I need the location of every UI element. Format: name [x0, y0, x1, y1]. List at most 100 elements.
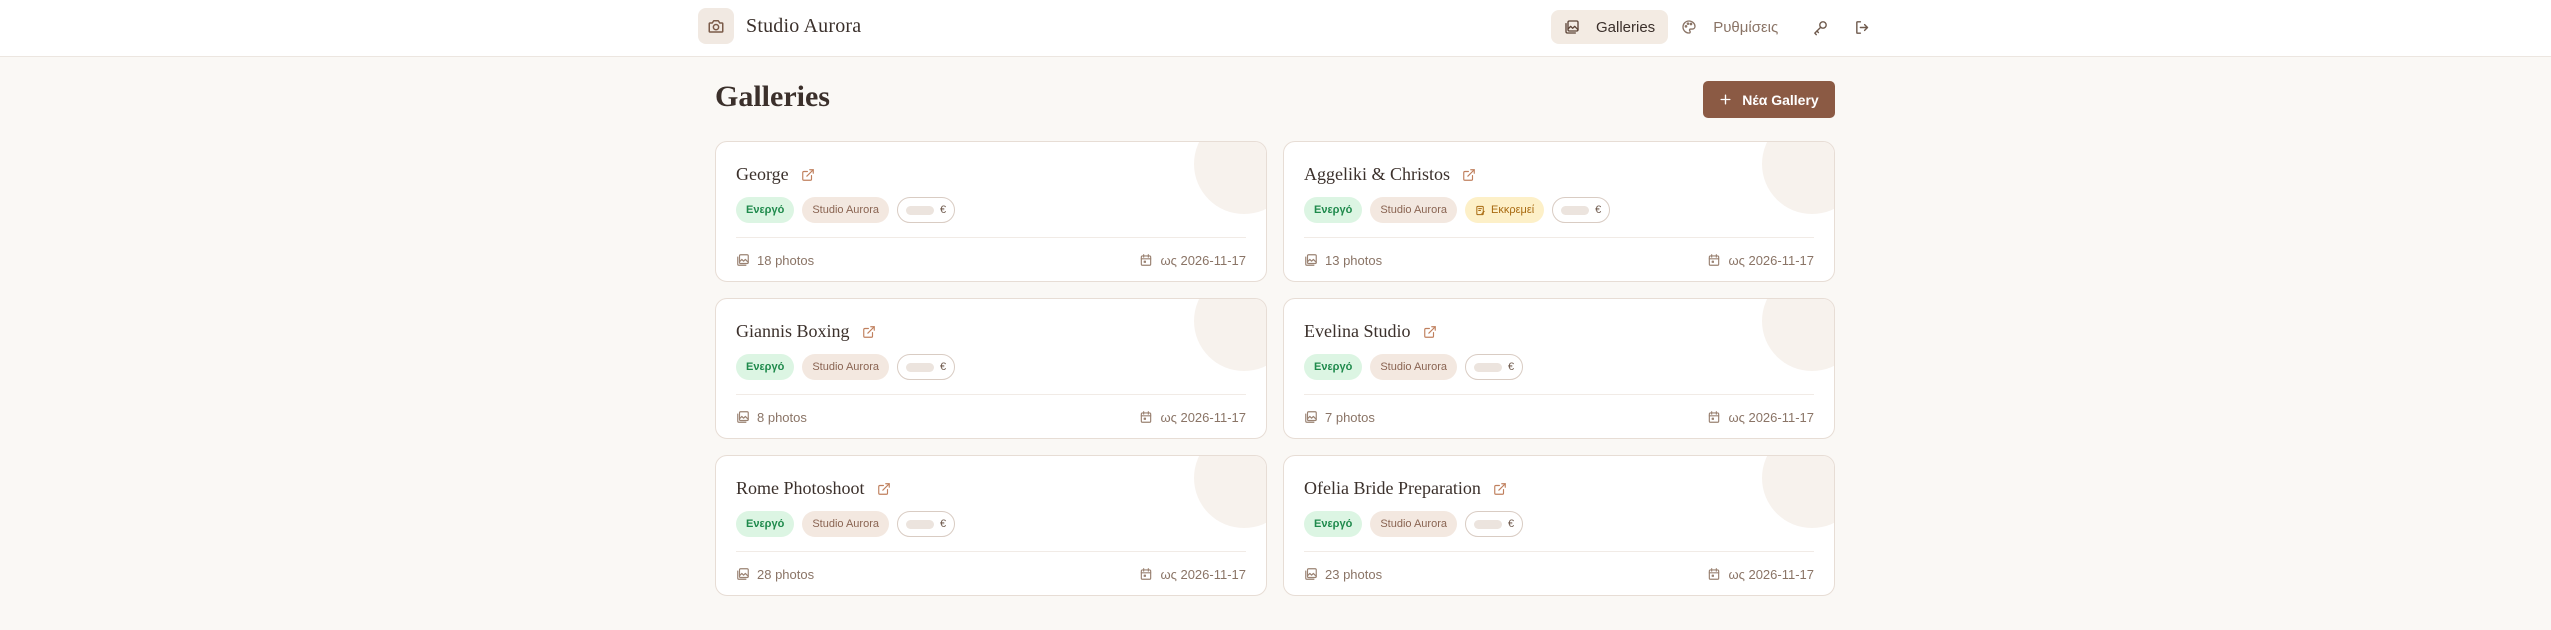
logout-icon — [1854, 19, 1871, 36]
nav-galleries[interactable]: Galleries — [1551, 10, 1669, 44]
photos-icon — [1304, 567, 1325, 581]
status-badge: Ενεργό — [1304, 197, 1363, 223]
status-badge: Ενεργό — [736, 354, 795, 380]
calendar-icon — [1707, 567, 1728, 581]
external-link-icon[interactable] — [862, 325, 876, 339]
gallery-card[interactable]: Giannis Boxing Ενεργό Studio Aurora € 8 … — [715, 298, 1267, 439]
card-divider — [1304, 394, 1814, 395]
expiry-date: ως 2026-11-17 — [1160, 252, 1246, 268]
plus-icon — [1719, 93, 1742, 106]
price-badge[interactable]: € — [1464, 354, 1524, 380]
palette-icon — [1681, 19, 1705, 35]
card-decoration — [1762, 456, 1834, 528]
card-divider — [736, 394, 1246, 395]
gallery-icon — [1564, 19, 1588, 35]
status-badge: Ενεργό — [1304, 511, 1363, 537]
calendar-icon — [1707, 410, 1728, 424]
photo-count: 7 photos — [1325, 409, 1375, 425]
card-decoration — [1194, 456, 1266, 528]
gallery-title: Giannis Boxing — [736, 321, 850, 341]
photo-count: 28 photos — [757, 566, 815, 582]
gallery-card[interactable]: Ofelia Bride Preparation Ενεργό Studio A… — [1283, 455, 1835, 596]
studio-badge: Studio Aurora — [1370, 197, 1457, 223]
gallery-title: Aggeliki & Christos — [1304, 164, 1451, 184]
studio-badge: Studio Aurora — [802, 354, 889, 380]
card-decoration — [1762, 142, 1834, 214]
external-link-icon[interactable] — [801, 168, 815, 182]
price-placeholder — [905, 205, 934, 215]
studio-badge: Studio Aurora — [802, 197, 889, 223]
external-link-icon[interactable] — [1493, 482, 1507, 496]
price-badge[interactable]: € — [896, 354, 956, 380]
status-badge: Ενεργό — [736, 511, 795, 537]
status-badge: Ενεργό — [736, 197, 795, 223]
currency-symbol: € — [1507, 361, 1515, 373]
gallery-title: Evelina Studio — [1304, 321, 1411, 341]
top-navigation-bar: Studio Aurora Galleries Ρυθμίσεις — [0, 0, 2551, 57]
nav-settings[interactable]: Ρυθμίσεις — [1668, 10, 1791, 44]
studio-badge: Studio Aurora — [802, 511, 889, 537]
price-badge[interactable]: € — [1464, 511, 1524, 537]
expiry-date: ως 2026-11-17 — [1728, 566, 1814, 582]
photos-icon — [1304, 253, 1325, 267]
price-placeholder — [1473, 519, 1502, 529]
gallery-card[interactable]: Rome Photoshoot Ενεργό Studio Aurora € 2… — [715, 455, 1267, 596]
card-decoration — [1762, 299, 1834, 371]
gallery-card[interactable]: George Ενεργό Studio Aurora € 18 photos — [715, 141, 1267, 282]
photos-icon — [1304, 410, 1325, 424]
expiry-date: ως 2026-11-17 — [1160, 566, 1246, 582]
external-link-icon[interactable] — [1462, 168, 1476, 182]
key-icon — [1812, 19, 1829, 36]
studio-badge: Studio Aurora — [1370, 511, 1457, 537]
calendar-icon — [1139, 567, 1160, 581]
gallery-card[interactable]: Evelina Studio Ενεργό Studio Aurora € 7 … — [1283, 298, 1835, 439]
price-placeholder — [1473, 362, 1502, 372]
nav-galleries-label: Galleries — [1596, 18, 1656, 36]
main-nav: Galleries Ρυθμίσεις — [1551, 10, 1879, 44]
card-divider — [1304, 237, 1814, 238]
card-divider — [736, 551, 1246, 552]
pending-label: Εκκρεμεί — [1490, 204, 1535, 216]
price-placeholder — [1561, 205, 1590, 215]
photo-count: 23 photos — [1325, 566, 1383, 582]
card-decoration — [1194, 299, 1266, 371]
nav-settings-label: Ρυθμίσεις — [1713, 18, 1779, 36]
photo-count: 18 photos — [757, 252, 815, 268]
brand[interactable]: Studio Aurora — [698, 8, 861, 44]
gallery-title: George — [736, 164, 789, 184]
status-badge: Ενεργό — [1304, 354, 1363, 380]
price-placeholder — [905, 362, 934, 372]
card-decoration — [1194, 142, 1266, 214]
logout-button[interactable] — [1845, 10, 1879, 44]
currency-symbol: € — [1595, 204, 1602, 216]
currency-symbol: € — [939, 204, 947, 216]
gallery-card[interactable]: Aggeliki & Christos Ενεργό Studio Aurora… — [1283, 141, 1835, 282]
calendar-icon — [1139, 253, 1160, 267]
page-title: Galleries — [715, 80, 830, 113]
gallery-title: Ofelia Bride Preparation — [1304, 478, 1481, 498]
price-badge[interactable]: € — [1552, 197, 1611, 223]
external-link-icon[interactable] — [877, 482, 891, 496]
price-placeholder — [905, 519, 934, 529]
camera-icon — [698, 8, 734, 44]
external-link-icon[interactable] — [1423, 325, 1437, 339]
pending-icon — [1475, 205, 1491, 216]
currency-symbol: € — [939, 361, 947, 373]
new-gallery-button[interactable]: Νέα Gallery — [1703, 81, 1835, 118]
currency-symbol: € — [1507, 518, 1515, 530]
price-badge[interactable]: € — [896, 511, 956, 537]
gallery-title: Rome Photoshoot — [736, 478, 865, 498]
photo-count: 8 photos — [757, 409, 807, 425]
price-badge[interactable]: € — [896, 197, 956, 223]
photos-icon — [736, 567, 757, 581]
new-gallery-label: Νέα Gallery — [1742, 91, 1819, 108]
studio-badge: Studio Aurora — [1370, 354, 1457, 380]
key-button[interactable] — [1803, 10, 1837, 44]
brand-name: Studio Aurora — [746, 14, 862, 37]
photos-icon — [736, 410, 757, 424]
expiry-date: ως 2026-11-17 — [1728, 252, 1814, 268]
card-divider — [1304, 551, 1814, 552]
photos-icon — [736, 253, 757, 267]
currency-symbol: € — [939, 518, 947, 530]
expiry-date: ως 2026-11-17 — [1160, 409, 1246, 425]
